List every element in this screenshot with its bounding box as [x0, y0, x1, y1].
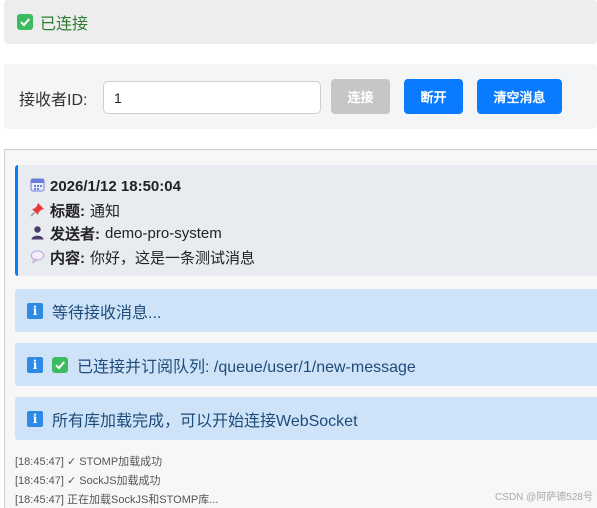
message-time: 2026/1/12 18:50:04	[50, 177, 181, 195]
info-message-text: 所有库加载完成，可以开始连接WebSocket	[52, 412, 358, 430]
info-message-text: 等待接收消息...	[52, 304, 162, 322]
info-icon: i	[27, 302, 43, 319]
message-content-label: 内容:	[50, 250, 85, 267]
message-card: 2026/1/12 18:50:04 标题: 通知 发送者: demo-pro-…	[15, 165, 597, 276]
connection-controls: 接收者ID: 连接 断开 清空消息	[4, 64, 597, 129]
calendar-icon	[30, 177, 50, 195]
message-sender-row: 发送者: demo-pro-system	[30, 223, 222, 244]
person-icon	[30, 225, 50, 243]
receiver-id-label: 接收者ID:	[19, 92, 88, 109]
info-message-text: 已连接并订阅队列: /queue/user/1/new-message	[77, 358, 416, 376]
speech-bubble-icon	[30, 249, 50, 267]
log-line: [18:45:47] ✓ STOMP加载成功	[15, 456, 163, 468]
connection-status-text: 已连接	[40, 16, 89, 33]
message-title-value: 通知	[90, 203, 121, 220]
info-message: i 等待接收消息...	[15, 289, 597, 332]
message-content-row: 内容: 你好，这是一条测试消息	[30, 247, 255, 268]
message-title-label: 标题:	[50, 203, 85, 220]
watermark: CSDN @阿萨德528号	[495, 492, 593, 503]
message-title-row: 标题: 通知	[30, 200, 120, 221]
connection-status-bar: 已连接	[4, 0, 597, 44]
disconnect-button[interactable]: 断开	[404, 79, 463, 114]
message-time-row: 2026/1/12 18:50:04	[30, 177, 186, 195]
connect-button[interactable]: 连接	[331, 79, 390, 114]
clear-messages-button[interactable]: 清空消息	[477, 79, 562, 114]
info-message: i 已连接并订阅队列: /queue/user/1/new-message	[15, 343, 597, 386]
info-icon: i	[27, 410, 43, 427]
message-content-value: 你好，这是一条测试消息	[90, 250, 256, 267]
info-icon: i	[27, 356, 43, 373]
receiver-id-input[interactable]	[103, 81, 321, 114]
check-mark-icon	[17, 14, 33, 30]
log-line: [18:45:47] ✓ SockJS加载成功	[15, 475, 161, 487]
log-line: [18:45:47] 正在加载SockJS和STOMP库...	[15, 494, 219, 506]
check-mark-icon	[52, 356, 68, 373]
message-sender-label: 发送者:	[50, 226, 100, 243]
info-message: i 所有库加载完成，可以开始连接WebSocket	[15, 397, 597, 440]
message-sender-value: demo-pro-system	[105, 225, 222, 242]
pushpin-icon	[30, 202, 50, 220]
